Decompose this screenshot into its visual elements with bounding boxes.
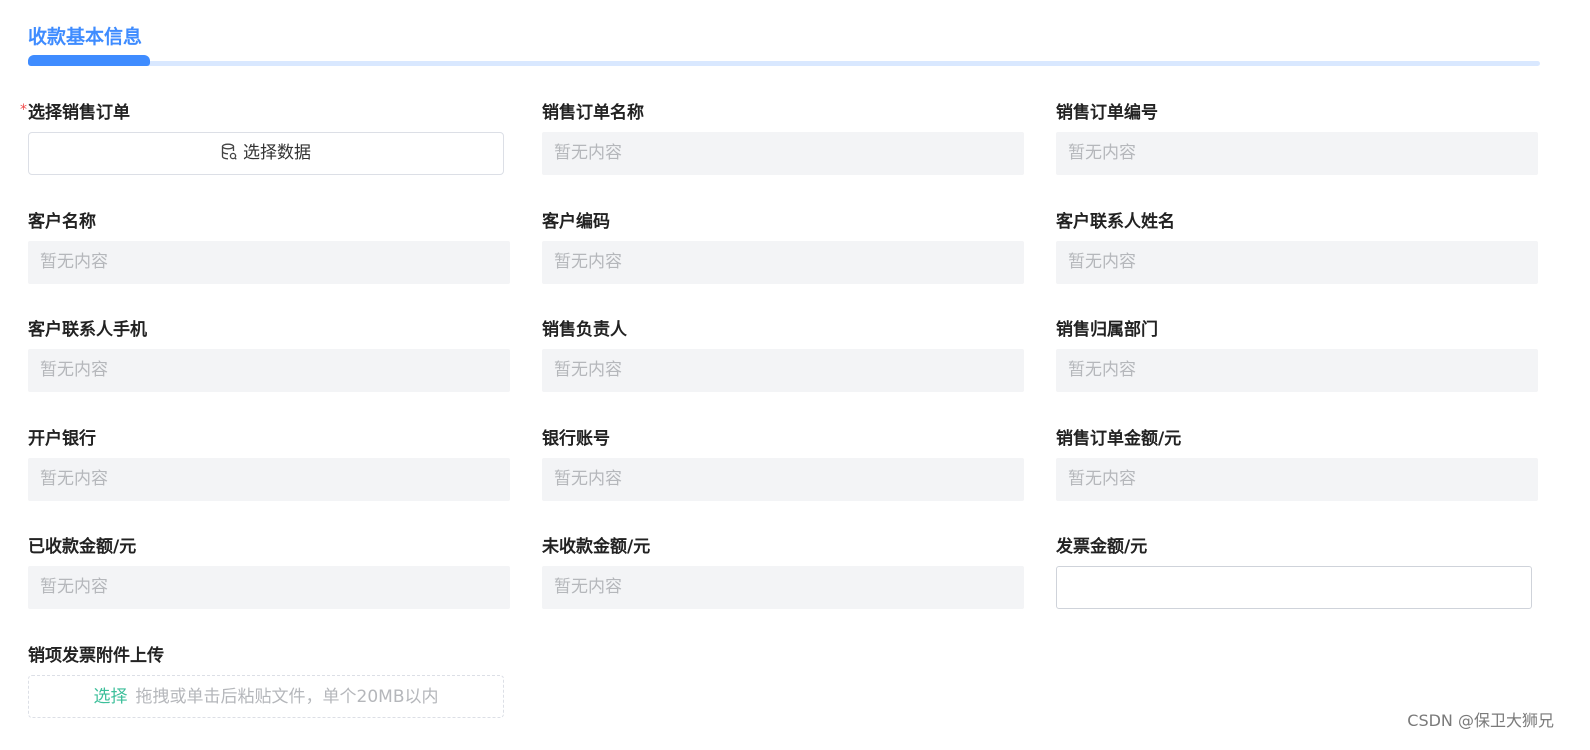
upload-select-link[interactable]: 选择	[94, 687, 128, 707]
field-label: 销售订单编号	[1056, 103, 1158, 123]
placeholder-text: 暂无内容	[40, 252, 108, 272]
placeholder-text: 暂无内容	[554, 360, 622, 380]
contact-name-box: 暂无内容	[1056, 241, 1538, 284]
field-label: 未收款金额/元	[542, 537, 651, 557]
upload-dropzone[interactable]: 选择 拖拽或单击后粘贴文件，单个20MB以内	[28, 675, 504, 718]
unreceived-amount-box: 暂无内容	[542, 566, 1024, 609]
order-select-label: 选择销售订单	[28, 103, 130, 123]
placeholder-text: 暂无内容	[1068, 360, 1136, 380]
bank-name-box: 暂无内容	[28, 458, 510, 501]
field-label: 开户银行	[28, 429, 96, 449]
invoice-amount-input[interactable]	[1057, 567, 1531, 608]
field-label: 销售订单金额/元	[1056, 429, 1182, 449]
contact-phone-box: 暂无内容	[28, 349, 510, 392]
placeholder-text: 暂无内容	[40, 469, 108, 489]
field-label: 销售负责人	[542, 320, 627, 340]
field-label: 客户联系人手机	[28, 320, 147, 340]
placeholder-text: 暂无内容	[40, 577, 108, 597]
placeholder-text: 暂无内容	[554, 143, 622, 163]
bank-account-box: 暂无内容	[542, 458, 1024, 501]
placeholder-text: 暂无内容	[554, 577, 622, 597]
upload-hint: 拖拽或单击后粘贴文件，单个20MB以内	[135, 687, 439, 707]
received-amount-box: 暂无内容	[28, 566, 510, 609]
field-label: 销售归属部门	[1056, 320, 1158, 340]
required-mark: *	[20, 102, 27, 118]
placeholder-text: 暂无内容	[1068, 252, 1136, 272]
field-label: 客户名称	[28, 212, 96, 232]
customer-code-box: 暂无内容	[542, 241, 1024, 284]
placeholder-text: 暂无内容	[40, 360, 108, 380]
sales-owner-box: 暂无内容	[542, 349, 1024, 392]
select-data-button[interactable]: 选择数据	[28, 132, 504, 175]
field-label: 销售订单名称	[542, 103, 644, 123]
invoice-upload-label: 销项发票附件上传	[28, 646, 164, 666]
placeholder-text: 暂无内容	[554, 252, 622, 272]
placeholder-text: 暂无内容	[1068, 469, 1136, 489]
select-data-label: 选择数据	[243, 143, 311, 163]
sales-order-name-box: 暂无内容	[542, 132, 1024, 175]
customer-name-box: 暂无内容	[28, 241, 510, 284]
sales-order-no-box: 暂无内容	[1056, 132, 1538, 175]
section-tab-indicator	[28, 55, 150, 66]
placeholder-text: 暂无内容	[1068, 143, 1136, 163]
invoice-amount-input-wrapper	[1056, 566, 1532, 609]
database-icon	[221, 143, 237, 160]
invoice-amount-label: 发票金额/元	[1056, 537, 1148, 557]
field-label: 客户编码	[542, 212, 610, 232]
order-amount-box: 暂无内容	[1056, 458, 1538, 501]
field-label: 客户联系人姓名	[1056, 212, 1175, 232]
section-title[interactable]: 收款基本信息	[28, 24, 142, 50]
field-label: 已收款金额/元	[28, 537, 137, 557]
field-label: 银行账号	[542, 429, 610, 449]
sales-dept-box: 暂无内容	[1056, 349, 1538, 392]
section-tab-track	[28, 61, 1540, 66]
watermark: CSDN @保卫大狮兄	[1407, 711, 1554, 730]
placeholder-text: 暂无内容	[554, 469, 622, 489]
section-header: 收款基本信息	[28, 0, 1540, 70]
